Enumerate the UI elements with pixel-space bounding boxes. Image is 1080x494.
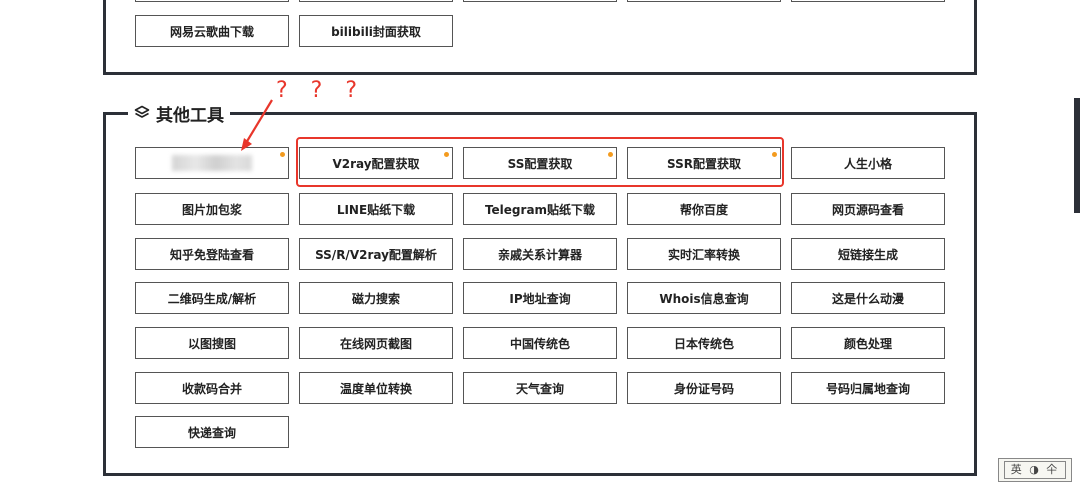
life-grid-button[interactable]: 人生小格 (791, 147, 945, 179)
japanese-colors-button[interactable]: 日本传统色 (627, 327, 781, 359)
other-tools-legend: 其他工具 (128, 101, 230, 126)
express-tracking-button[interactable]: 快递查询 (135, 416, 289, 448)
chinese-colors-button[interactable]: 中国传统色 (463, 327, 617, 359)
cut-off-button[interactable] (299, 0, 453, 2)
view-page-source-button[interactable]: 网页源码查看 (791, 193, 945, 225)
other-tools-title: 其他工具 (156, 105, 224, 126)
blurred-tool-button[interactable] (135, 147, 289, 179)
magnet-search-button[interactable]: 磁力搜索 (299, 282, 453, 314)
bilibili-cover-button[interactable]: bilibili封面获取 (299, 15, 453, 47)
watermark-stamp: 英 ◑ 仐 (998, 458, 1072, 482)
cut-off-button[interactable] (791, 0, 945, 2)
exchange-rate-button[interactable]: 实时汇率转换 (627, 238, 781, 270)
layers-icon (134, 105, 150, 118)
netease-music-download-button[interactable]: 网易云歌曲下载 (135, 15, 289, 47)
new-indicator-dot (772, 152, 777, 157)
relative-calculator-button[interactable]: 亲戚关系计算器 (463, 238, 617, 270)
telegram-sticker-download-button[interactable]: Telegram贴纸下载 (463, 193, 617, 225)
cut-off-button[interactable] (627, 0, 781, 2)
image-patina-button[interactable]: 图片加包浆 (135, 193, 289, 225)
temperature-convert-button[interactable]: 温度单位转换 (299, 372, 453, 404)
new-indicator-dot (608, 152, 613, 157)
let-me-baidu-button[interactable]: 帮你百度 (627, 193, 781, 225)
new-indicator-dot (280, 152, 285, 157)
reverse-image-search-button[interactable]: 以图搜图 (135, 327, 289, 359)
cut-off-button[interactable] (463, 0, 617, 2)
qrcode-button[interactable]: 二维码生成/解析 (135, 282, 289, 314)
phone-location-button[interactable]: 号码归属地查询 (791, 372, 945, 404)
new-indicator-dot (444, 152, 449, 157)
button-label: V2ray配置获取 (332, 156, 420, 171)
color-processing-button[interactable]: 颜色处理 (791, 327, 945, 359)
web-screenshot-button[interactable]: 在线网页截图 (299, 327, 453, 359)
payment-code-merge-button[interactable]: 收款码合并 (135, 372, 289, 404)
weather-query-button[interactable]: 天气查询 (463, 372, 617, 404)
annotation-question-marks: ? ? ? (276, 78, 366, 103)
v2ray-config-button[interactable]: V2ray配置获取 (299, 147, 453, 179)
blurred-label (172, 155, 252, 171)
scroll-edge-bar (1074, 98, 1080, 213)
cut-off-button[interactable] (135, 0, 289, 2)
button-label: SSR配置获取 (667, 156, 741, 171)
anime-identify-button[interactable]: 这是什么动漫 (791, 282, 945, 314)
button-label: SS配置获取 (507, 156, 573, 171)
whois-lookup-button[interactable]: Whois信息查询 (627, 282, 781, 314)
ss-config-button[interactable]: SS配置获取 (463, 147, 617, 179)
config-parse-button[interactable]: SS/R/V2ray配置解析 (299, 238, 453, 270)
ssr-config-button[interactable]: SSR配置获取 (627, 147, 781, 179)
stamp-text: 英 ◑ 仐 (1003, 461, 1067, 479)
id-number-button[interactable]: 身份证号码 (627, 372, 781, 404)
ip-lookup-button[interactable]: IP地址查询 (463, 282, 617, 314)
zhihu-no-login-button[interactable]: 知乎免登陆查看 (135, 238, 289, 270)
short-link-button[interactable]: 短链接生成 (791, 238, 945, 270)
line-sticker-download-button[interactable]: LINE贴纸下载 (299, 193, 453, 225)
